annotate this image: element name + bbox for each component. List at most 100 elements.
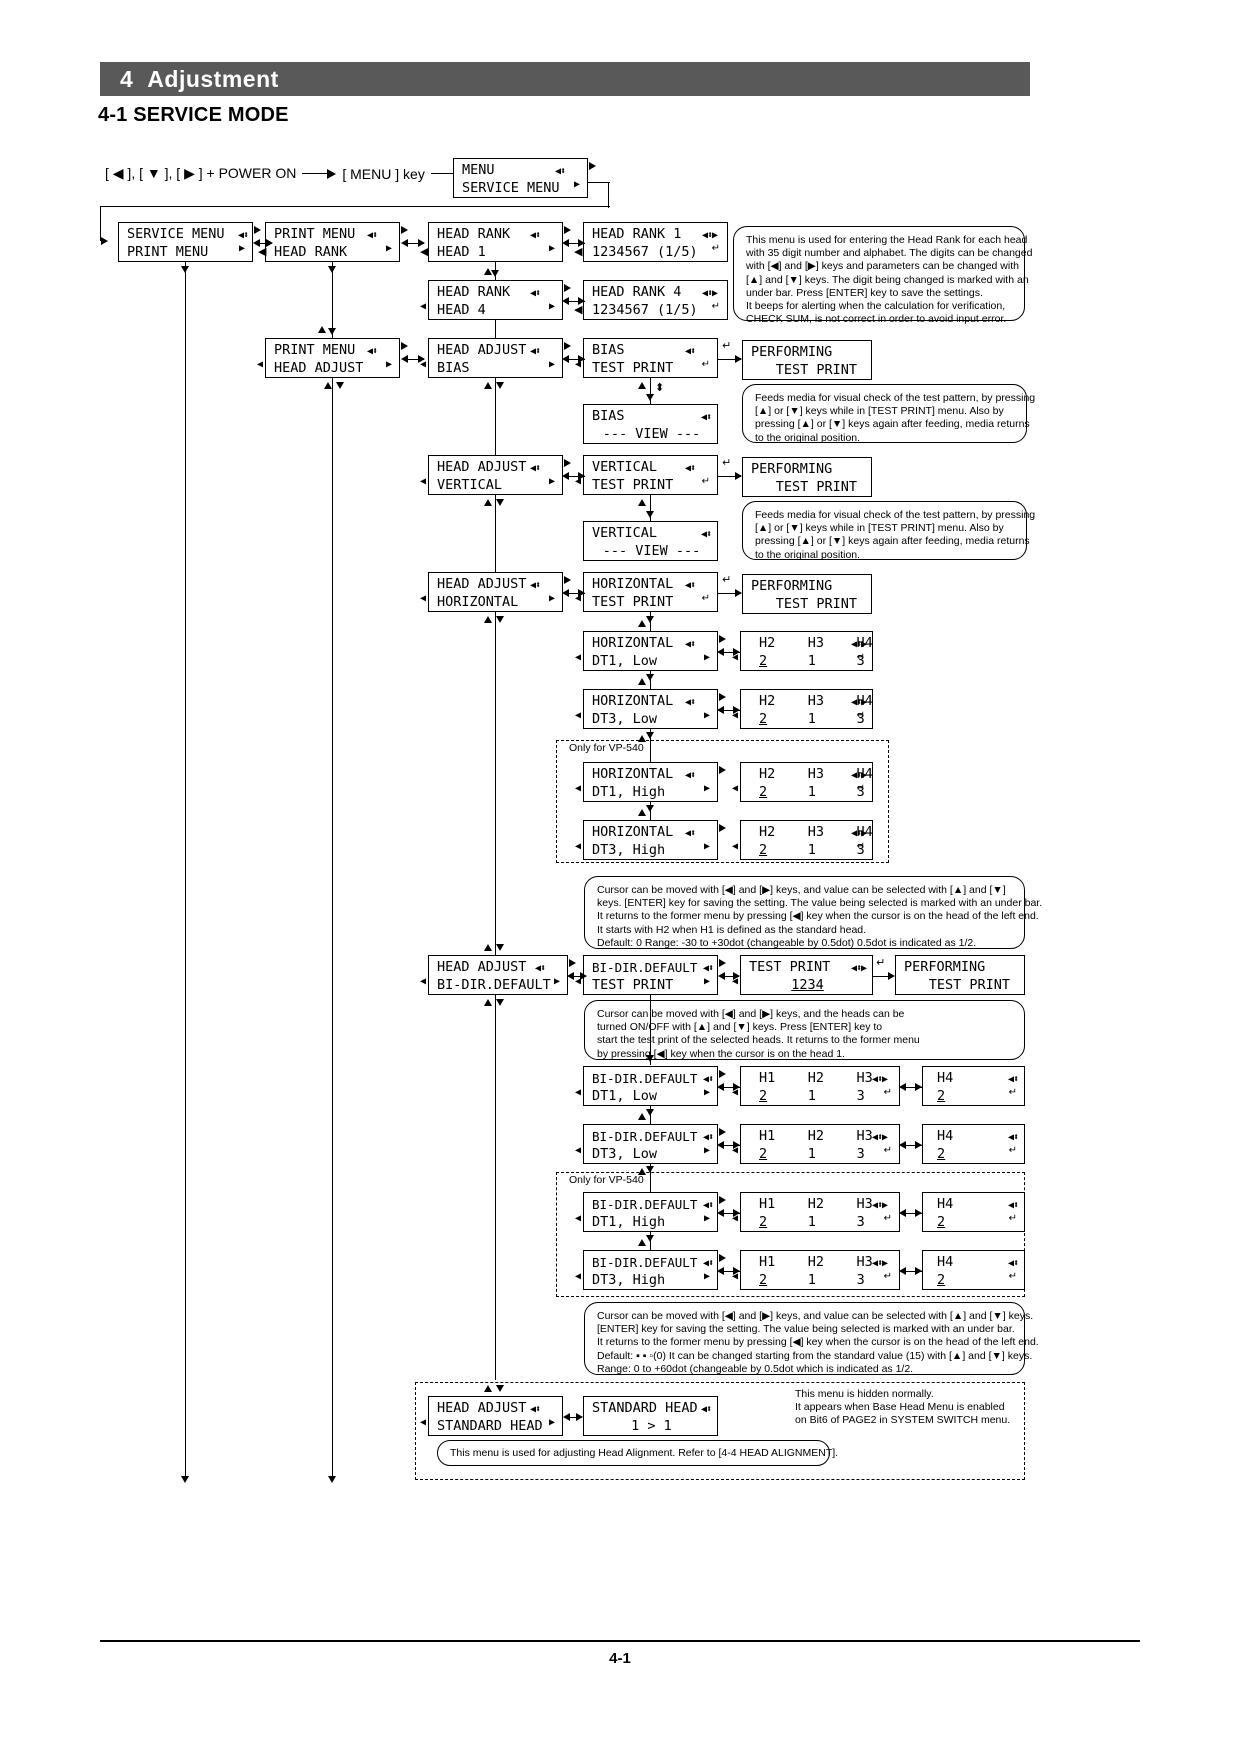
h2-value: 1 bbox=[807, 1088, 816, 1104]
note-line: It starts with H2 when H1 is defined as … bbox=[597, 923, 867, 936]
lcd-horizontal-dt3-high: HORIZONTAL DT3, High ◀⬍ ▶ ◀ bbox=[575, 820, 718, 860]
left-arrow-icon: ◀ bbox=[732, 1213, 739, 1224]
lcd-h4-header: H4 bbox=[937, 1196, 954, 1212]
lcd-head-adjust-standard-head: HEAD ADJUST STANDARD HEAD ◀⬍ ▶ ◀ bbox=[420, 1396, 563, 1436]
lcd-menu-service: MENU SERVICE MENU ◀⬍ ▶ bbox=[453, 158, 588, 198]
note-line: Default: ▪ ▪ ▫(0) It can be changed star… bbox=[597, 1349, 1033, 1362]
lcd-line2: DT3, High bbox=[592, 842, 666, 858]
left-arrow-icon: ◀ bbox=[575, 841, 582, 852]
arrow-down-icon bbox=[328, 266, 336, 273]
lcd-standard-head-value: STANDARD HEAD 1 > 1 ◀⬍ bbox=[583, 1396, 718, 1436]
left-right-up-down-icon: ◀⬍▶ bbox=[850, 963, 867, 974]
arrow-right-icon bbox=[254, 226, 261, 234]
enter-key-icon: ↵ bbox=[701, 593, 710, 604]
lcd-line2: DT1, High bbox=[592, 1214, 666, 1230]
enter-key-icon: ↵ bbox=[711, 243, 720, 254]
left-arrow-icon: ◀ bbox=[732, 841, 739, 852]
lcd-line1: PERFORMING bbox=[904, 959, 986, 975]
left-right-up-down-icon: ◀⬍ bbox=[534, 963, 546, 974]
right-arrow-icon: ▶ bbox=[548, 476, 555, 487]
enter-key-icon: ↵ bbox=[856, 710, 865, 721]
lcd-horizontal-values-dt1-high: H2 H3 H4 2 1 3 ◀⬍▶ ↵ ◀ bbox=[732, 762, 873, 802]
up-down-icon: ⬍ bbox=[655, 381, 665, 394]
lcd-line1: BI-DIR.DEFAULT bbox=[592, 1197, 698, 1212]
lcd-bidir-value-h4-dt3-low: H4 2 ◀⬍ ↵ bbox=[922, 1124, 1025, 1164]
lcd-line2: 1234567 (1/5) bbox=[592, 244, 698, 260]
arrow-right-icon bbox=[401, 342, 408, 350]
lcd-bidir-test-print: BI-DIR.DEFAULT TEST PRINT ◀⬍ ▶ ◀ bbox=[575, 955, 718, 995]
arrow-left-icon bbox=[717, 1267, 724, 1275]
left-right-up-down-icon: ◀⬍ bbox=[700, 412, 712, 423]
lcd-vertical-test-print: VERTICAL TEST PRINT ◀⬍ ↵ ◀ bbox=[575, 455, 718, 495]
lcd-line2: DT1, Low bbox=[592, 1088, 658, 1104]
enter-key-icon: ↵ bbox=[1008, 1271, 1017, 1282]
enter-key-icon: ↵ bbox=[1008, 1213, 1017, 1224]
arrow-down-icon bbox=[491, 270, 499, 277]
left-arrow-icon: ◀ bbox=[575, 1271, 582, 1282]
h2-value: 1 bbox=[807, 1146, 816, 1162]
lcd-line2: TEST PRINT bbox=[592, 477, 674, 493]
lcd-h123-values: 2 1 3 bbox=[749, 1214, 893, 1231]
left-arrow-icon: ◀ bbox=[732, 783, 739, 794]
h2-value: 2 bbox=[759, 784, 768, 800]
arrow-right-icon bbox=[915, 1209, 922, 1217]
note-line: This menu is used for adjusting Head Ali… bbox=[450, 1447, 839, 1459]
lcd-line2: TEST PRINT bbox=[775, 362, 857, 378]
lcd-h234-values: 2 1 3 bbox=[749, 711, 866, 728]
left-arrow-icon: ◀ bbox=[257, 359, 264, 370]
left-right-up-down-icon: ◀⬍ bbox=[684, 770, 696, 781]
arrow-left-icon bbox=[717, 1083, 724, 1091]
left-right-up-down-icon: ◀⬍ bbox=[700, 529, 712, 540]
lcd-line2: DT3, Low bbox=[592, 711, 658, 727]
lcd-print-menu-head-rank: PRINT MENU HEAD RANK ◀⬍ ▶ bbox=[265, 222, 400, 262]
left-right-up-down-icon: ◀⬍ bbox=[684, 463, 696, 474]
lcd-line1: VERTICAL bbox=[592, 525, 658, 541]
arrow-up-icon bbox=[638, 499, 646, 506]
lcd-bias-view: BIAS --- VIEW --- ◀⬍ bbox=[583, 404, 718, 444]
note-line: It appears when Base Head Menu is enable… bbox=[795, 1401, 1005, 1414]
arrow-up-icon bbox=[484, 1385, 492, 1392]
note-line: CHECK SUM, is not correct in order to av… bbox=[746, 313, 1007, 326]
right-arrow-icon: ▶ bbox=[553, 976, 560, 987]
left-arrow-icon: ◀ bbox=[420, 301, 427, 312]
manual-page: 4 Adjustment 4-1 SERVICE MODE [ ◀ ], [ ▼ … bbox=[0, 0, 1240, 1754]
note-line: [▲] or [▼] keys while in [TEST PRINT] me… bbox=[755, 405, 1004, 418]
lcd-bidir-dt3-high: BI-DIR.DEFAULT DT3, High ◀⬍ ▶ ◀ bbox=[575, 1250, 718, 1290]
arrow-right-icon bbox=[719, 1128, 726, 1136]
arrow-up-icon bbox=[638, 620, 646, 627]
lcd-h4-header: H4 bbox=[937, 1254, 954, 1270]
left-right-up-down-icon: ◀⬍ bbox=[684, 580, 696, 591]
lcd-line2: SERVICE MENU bbox=[462, 180, 560, 196]
section-title: 4-1 SERVICE MODE bbox=[98, 104, 289, 126]
arrow-up-icon bbox=[318, 326, 326, 333]
lcd-horizontal-dt1-low: HORIZONTAL DT1, Low ◀⬍ ▶ ◀ bbox=[575, 631, 718, 671]
right-arrow-icon: ▶ bbox=[703, 976, 710, 987]
lcd-line2: HORIZONTAL bbox=[437, 594, 519, 610]
lcd-line2: HEAD RANK bbox=[274, 244, 348, 260]
right-arrow-icon: ▶ bbox=[385, 243, 392, 254]
arrow-right-icon bbox=[576, 1413, 583, 1421]
right-arrow-icon: ▶ bbox=[548, 593, 555, 604]
enter-key-icon: ↵ bbox=[856, 783, 865, 794]
lcd-head-rank-head1: HEAD RANK HEAD 1 ◀⬍ ▶ bbox=[428, 222, 563, 262]
right-arrow-icon: ▶ bbox=[548, 301, 555, 312]
lcd-h4-value: 2 bbox=[931, 1214, 1018, 1231]
lcd-line2: STANDARD HEAD bbox=[437, 1418, 543, 1434]
note-line: This menu is used for entering the Head … bbox=[746, 234, 1028, 246]
h3-value: 1 bbox=[807, 653, 816, 669]
note-line: pressing [▲] or [▼] keys again after fee… bbox=[755, 535, 1030, 548]
note-standard-head: This menu is hidden normally. It appears… bbox=[795, 1388, 1010, 1428]
lcd-line2: 1234567 (1/5) bbox=[592, 302, 698, 318]
h2-value: 2 bbox=[759, 842, 768, 858]
lcd-line2: HEAD 1 bbox=[437, 244, 486, 260]
note-head-rank: This menu is used for entering the Head … bbox=[733, 226, 1032, 325]
lcd-horizontal-dt1-high: HORIZONTAL DT1, High ◀⬍ ▶ ◀ bbox=[575, 762, 718, 802]
lcd-line1: BI-DIR.DEFAULT bbox=[592, 1129, 698, 1144]
note-line: to the original position. bbox=[755, 548, 861, 561]
lcd-line2: --- VIEW --- bbox=[602, 426, 701, 442]
lcd-head-adjust-vertical: HEAD ADJUST VERTICAL ◀⬍ ▶ ◀ bbox=[420, 455, 563, 495]
trunk-service-menu bbox=[185, 262, 187, 1480]
arrow-right-icon bbox=[564, 576, 571, 584]
lcd-line2: 1234 bbox=[749, 977, 866, 994]
chapter-number: 4 bbox=[120, 66, 134, 92]
